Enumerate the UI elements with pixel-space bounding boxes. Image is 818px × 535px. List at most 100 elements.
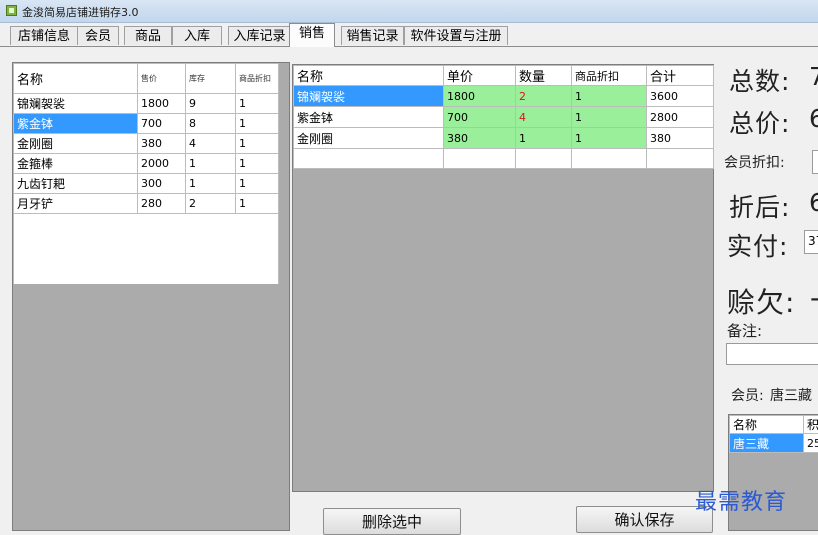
- product-stock[interactable]: 9: [186, 94, 236, 114]
- member-discount-label: 会员折扣:: [724, 152, 785, 172]
- member-name[interactable]: 唐三藏: [730, 434, 804, 453]
- sale-list-panel: 名称 单价 数量 商品折扣 合计 锦斓袈裟 1800 2 1 3600 紫金钵 …: [292, 64, 714, 492]
- paid-amount-field[interactable]: 37: [804, 230, 818, 254]
- sale-unit-price[interactable]: 380: [444, 128, 516, 149]
- product-row[interactable]: 九齿钉耙 300 1 1: [14, 174, 279, 194]
- member-table: 名称 积 唐三藏 25: [729, 415, 818, 453]
- member-points[interactable]: 25: [804, 434, 818, 453]
- window-title: 金浚简易店铺进销存3.0: [22, 4, 139, 20]
- col-header-name[interactable]: 名称: [294, 66, 444, 86]
- product-discount[interactable]: 1: [236, 114, 279, 134]
- product-name[interactable]: 月牙铲: [14, 194, 138, 214]
- product-row[interactable]: 紫金钵 700 8 1: [14, 114, 279, 134]
- product-name[interactable]: 九齿钉耙: [14, 174, 138, 194]
- product-stock[interactable]: 4: [186, 134, 236, 154]
- product-discount[interactable]: 1: [236, 194, 279, 214]
- sale-total[interactable]: 3600: [647, 86, 714, 107]
- product-row[interactable]: 锦斓袈裟 1800 9 1: [14, 94, 279, 114]
- remark-label: 备注:: [727, 320, 762, 341]
- col-header-member-name[interactable]: 名称: [730, 416, 804, 434]
- product-stock[interactable]: 8: [186, 114, 236, 134]
- product-name[interactable]: 紫金钵: [14, 114, 138, 134]
- sale-item-name[interactable]: 金刚圈: [294, 128, 444, 149]
- member-name-value: 唐三藏: [770, 385, 812, 405]
- sale-total[interactable]: 380: [647, 128, 714, 149]
- product-discount[interactable]: 1: [236, 174, 279, 194]
- sale-unit-price[interactable]: 1800: [444, 86, 516, 107]
- sale-item-name[interactable]: 锦斓袈裟: [294, 86, 444, 107]
- product-name[interactable]: 锦斓袈裟: [14, 94, 138, 114]
- sale-new-cell[interactable]: [294, 149, 444, 169]
- product-list-panel: 名称 售价 库存 商品折扣 锦斓袈裟 1800 9 1 紫金钵 700 8 1 …: [12, 62, 290, 531]
- product-row[interactable]: 月牙铲 280 2 1: [14, 194, 279, 214]
- sale-total[interactable]: 2800: [647, 107, 714, 128]
- owed-label: 赊欠:: [727, 281, 795, 321]
- product-stock[interactable]: 1: [186, 154, 236, 174]
- tab-product[interactable]: 商品: [124, 26, 172, 45]
- col-header-total[interactable]: 合计: [647, 66, 714, 86]
- product-row[interactable]: 金刚圈 380 4 1: [14, 134, 279, 154]
- product-price[interactable]: 1800: [138, 94, 186, 114]
- sale-discount[interactable]: 1: [572, 128, 647, 149]
- tab-stock-in[interactable]: 入库: [172, 26, 222, 45]
- member-row[interactable]: 唐三藏 25: [730, 434, 818, 453]
- sale-new-row[interactable]: [294, 149, 714, 169]
- tab-sales[interactable]: 销售: [289, 23, 335, 47]
- col-header-price[interactable]: 售价: [138, 64, 186, 94]
- product-discount[interactable]: 1: [236, 154, 279, 174]
- sale-row[interactable]: 金刚圈 380 1 1 380: [294, 128, 714, 149]
- sale-discount[interactable]: 1: [572, 107, 647, 128]
- after-discount-value: 6: [809, 188, 818, 217]
- member-label: 会员:: [731, 385, 764, 405]
- product-stock[interactable]: 1: [186, 174, 236, 194]
- product-stock[interactable]: 2: [186, 194, 236, 214]
- sale-unit-price[interactable]: 700: [444, 107, 516, 128]
- sale-new-cell[interactable]: [516, 149, 572, 169]
- tab-sales-records[interactable]: 销售记录: [341, 26, 404, 45]
- product-row[interactable]: 金箍棒 2000 1 1: [14, 154, 279, 174]
- col-header-discount[interactable]: 商品折扣: [236, 64, 279, 94]
- product-name[interactable]: 金箍棒: [14, 154, 138, 174]
- confirm-save-button[interactable]: 确认保存: [576, 506, 713, 533]
- col-header-name[interactable]: 名称: [14, 64, 138, 94]
- sale-row[interactable]: 锦斓袈裟 1800 2 1 3600: [294, 86, 714, 107]
- member-discount-field[interactable]: [812, 150, 818, 174]
- col-header-discount[interactable]: 商品折扣: [572, 66, 647, 86]
- member-table-header: 名称 积: [730, 416, 818, 434]
- product-empty-area: [14, 214, 279, 284]
- product-empty-cell: [14, 214, 279, 284]
- sale-new-cell[interactable]: [647, 149, 714, 169]
- product-discount[interactable]: 1: [236, 134, 279, 154]
- sale-qty[interactable]: 1: [516, 128, 572, 149]
- tab-strip: 店铺信息 会员 商品 入库 入库记录 销售 销售记录 软件设置与注册: [0, 23, 818, 47]
- product-table-header: 名称 售价 库存 商品折扣: [14, 64, 279, 94]
- tab-member[interactable]: 会员: [77, 26, 119, 45]
- col-header-stock[interactable]: 库存: [186, 64, 236, 94]
- product-price[interactable]: 380: [138, 134, 186, 154]
- tab-store-info[interactable]: 店铺信息: [10, 26, 78, 45]
- remark-field[interactable]: [726, 343, 818, 365]
- paid-label: 实付:: [727, 227, 788, 263]
- product-name[interactable]: 金刚圈: [14, 134, 138, 154]
- product-table: 名称 售价 库存 商品折扣 锦斓袈裟 1800 9 1 紫金钵 700 8 1 …: [13, 63, 279, 284]
- sale-row[interactable]: 紫金钵 700 4 1 2800: [294, 107, 714, 128]
- sale-qty[interactable]: 4: [516, 107, 572, 128]
- product-price[interactable]: 280: [138, 194, 186, 214]
- sale-item-name[interactable]: 紫金钵: [294, 107, 444, 128]
- product-price[interactable]: 700: [138, 114, 186, 134]
- tab-settings-registration[interactable]: 软件设置与注册: [404, 26, 508, 45]
- owed-value: -: [810, 281, 818, 314]
- col-header-qty[interactable]: 数量: [516, 66, 572, 86]
- watermark-text: 最需教育: [695, 484, 787, 516]
- sale-new-cell[interactable]: [444, 149, 516, 169]
- tab-stock-in-records[interactable]: 入库记录: [228, 26, 291, 45]
- sale-qty[interactable]: 2: [516, 86, 572, 107]
- product-price[interactable]: 300: [138, 174, 186, 194]
- sale-new-cell[interactable]: [572, 149, 647, 169]
- total-price-value: 6: [809, 104, 818, 133]
- product-discount[interactable]: 1: [236, 94, 279, 114]
- col-header-member-points[interactable]: 积: [804, 416, 818, 434]
- product-price[interactable]: 2000: [138, 154, 186, 174]
- col-header-unit-price[interactable]: 单价: [444, 66, 516, 86]
- sale-discount[interactable]: 1: [572, 86, 647, 107]
